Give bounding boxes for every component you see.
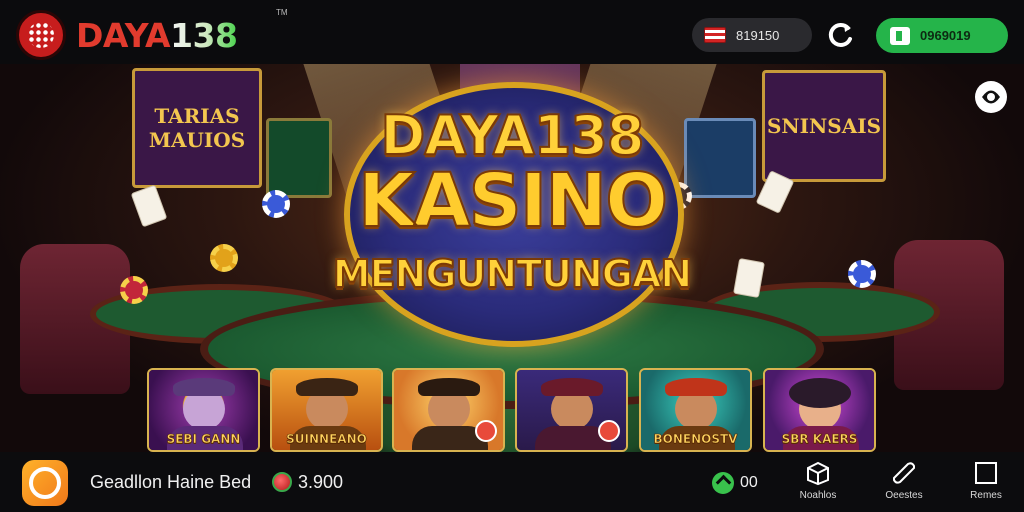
balance-display[interactable]: 819150 — [692, 18, 812, 52]
game-tile[interactable] — [392, 368, 505, 452]
online-count: 00 — [740, 474, 758, 491]
game-tile[interactable] — [515, 368, 628, 452]
nav-item-noahlos[interactable]: Noahlos — [783, 460, 853, 506]
nav-item-remes[interactable]: Remes — [951, 460, 1021, 506]
game-badge-icon — [475, 420, 497, 442]
nav-label: Remes — [970, 490, 1002, 501]
nav-label: Oeestes — [885, 490, 923, 501]
logo-badge-icon — [16, 10, 66, 60]
balance-value: 819150 — [736, 27, 780, 43]
game-tile[interactable]: SBR KAERS — [763, 368, 876, 452]
game-tile[interactable]: SEBI GANN — [147, 368, 260, 452]
game-label: BONENOSTV — [653, 432, 738, 447]
deposit-label: 0969019 — [920, 28, 971, 43]
box-icon — [807, 461, 829, 486]
flag-icon — [704, 27, 726, 43]
game-tile[interactable]: BONENOSTV — [639, 368, 752, 452]
nav-item-oeestes[interactable]: Oeestes — [869, 460, 939, 506]
hero-title-line3: MENGUNTUNGAN — [332, 251, 693, 297]
hero-title-line2: KASINO — [357, 157, 669, 245]
game-badge-icon — [598, 420, 620, 442]
deposit-button[interactable]: 0969019 — [876, 18, 1008, 53]
ticket-icon — [893, 462, 915, 484]
player-balance: 3.900 — [298, 472, 344, 492]
top-bar: DAYA138 TM 819150 0969019 — [0, 0, 1024, 64]
game-label: SEBI GANN — [166, 432, 241, 447]
wallet-icon — [890, 26, 910, 45]
coin-icon — [272, 472, 292, 492]
nav-label: Noahlos — [799, 490, 837, 501]
trademark-mark: TM — [276, 8, 288, 17]
brand-name: DAYA138 — [76, 15, 238, 55]
brand-logo[interactable]: DAYA138 — [16, 10, 238, 60]
game-tiles: SEBI GANN SUINNEANO BONENOSTV SBR KAERS — [147, 368, 877, 452]
brand-prefix: DAYA — [76, 15, 171, 55]
game-label: SBR KAERS — [781, 432, 858, 447]
refresh-icon[interactable] — [826, 20, 856, 50]
online-icon — [712, 472, 734, 494]
game-label: SUINNEANO — [286, 432, 367, 447]
brand-number: 138 — [170, 15, 238, 55]
gift-icon[interactable] — [972, 78, 1010, 116]
game-tile[interactable]: SUINNEANO — [270, 368, 383, 452]
avatar[interactable] — [22, 460, 68, 506]
square-icon — [975, 462, 997, 484]
player-name: Geadllon Haine Bed — [90, 472, 252, 492]
